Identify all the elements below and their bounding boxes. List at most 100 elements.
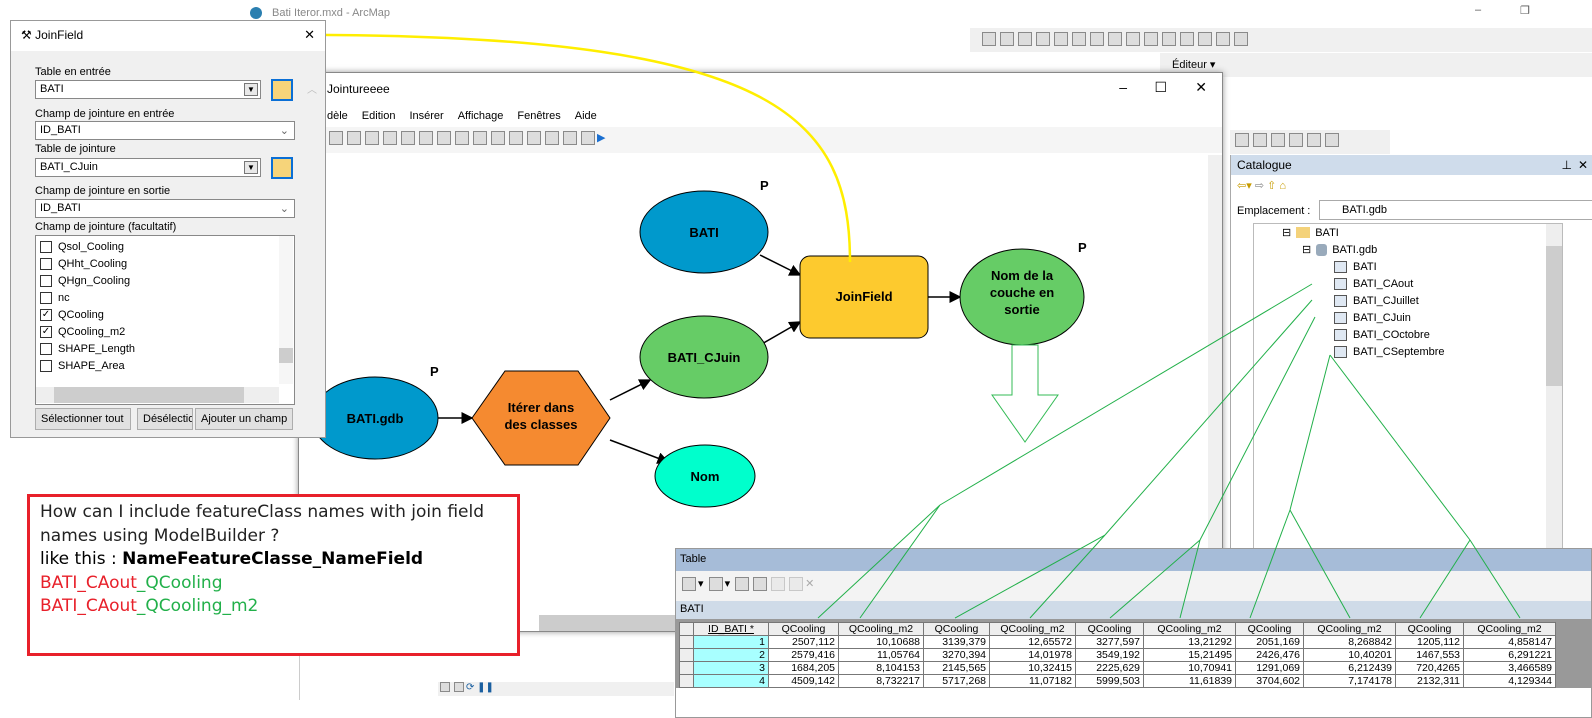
checkbox[interactable]: ✓ (40, 325, 52, 338)
table-cell[interactable]: 10,10688 (838, 635, 924, 649)
select-all-button[interactable]: Sélectionner tout (35, 408, 131, 430)
checkbox[interactable] (40, 291, 52, 304)
table-cell[interactable]: 1291,069 (1235, 661, 1304, 675)
field-checkbox-item[interactable]: ✓ QCooling (36, 306, 294, 323)
related-tables-icon[interactable] (708, 577, 723, 592)
deselect-all-button[interactable]: Désélectionner (137, 408, 193, 430)
column-header[interactable]: QCooling (1075, 622, 1144, 636)
checkbox[interactable] (40, 257, 52, 270)
field-checkbox-item[interactable]: QHgn_Cooling (36, 272, 294, 289)
table-cell[interactable]: 3 (693, 661, 769, 675)
column-header[interactable]: QCooling_m2 (1143, 622, 1236, 636)
table-cell[interactable]: 10,32415 (989, 661, 1076, 675)
select-by-attributes-icon[interactable] (735, 577, 750, 592)
table-cell[interactable]: 2426,476 (1235, 648, 1304, 662)
table-cell[interactable]: 11,05764 (838, 648, 924, 662)
field-checkbox-item[interactable]: SHAPE_Area (36, 357, 294, 374)
table-cell[interactable]: 13,21292 (1143, 635, 1236, 649)
table-cell[interactable]: 15,21495 (1143, 648, 1236, 662)
table-cell[interactable]: 3,466589 (1463, 661, 1556, 675)
input-table-select[interactable]: BATI ▼ (35, 80, 261, 99)
join-table-select[interactable]: BATI_CJuin ▼ (35, 158, 261, 177)
output-field-select[interactable]: ID_BATI ⌄ (35, 199, 295, 218)
table-cell[interactable]: 8,732217 (838, 674, 924, 688)
table-cell[interactable]: 1684,205 (768, 661, 839, 675)
row-selector[interactable] (679, 648, 694, 662)
field-checkbox-item[interactable]: QHht_Cooling (36, 255, 294, 272)
column-header[interactable]: ID_BATI * (693, 622, 769, 636)
field-checkbox-item[interactable]: nc (36, 289, 294, 306)
dropdown-arrow-icon[interactable]: ▼ (244, 83, 258, 96)
add-field-button[interactable]: Ajouter un champ (195, 408, 293, 430)
table-cell[interactable]: 8,104153 (838, 661, 924, 675)
checkbox[interactable] (40, 359, 52, 372)
column-header[interactable]: QCooling (923, 622, 990, 636)
checkbox[interactable] (40, 342, 52, 355)
dialog-scrollbar[interactable]: ︿ (307, 81, 323, 431)
clear-selection-icon[interactable] (771, 577, 786, 592)
column-header[interactable]: QCooling (768, 622, 839, 636)
table-cell[interactable]: 4,129344 (1463, 674, 1556, 688)
row-selector[interactable] (679, 674, 694, 688)
input-field-select[interactable]: ID_BATI ⌄ (35, 121, 295, 140)
field-checkbox-item[interactable]: ✓ QCooling_m2 (36, 323, 294, 340)
table-cell[interactable]: 6,291221 (1463, 648, 1556, 662)
table-cell[interactable]: 2507,112 (768, 635, 839, 649)
checkbox[interactable] (40, 240, 52, 253)
field-checkbox-item[interactable]: SHAPE_Length (36, 340, 294, 357)
table-cell[interactable]: 8,268842 (1303, 635, 1396, 649)
table-layer-tab[interactable]: BATI (676, 601, 1591, 619)
table-cell[interactable]: 11,61839 (1143, 674, 1236, 688)
table-cell[interactable]: 10,40201 (1303, 648, 1396, 662)
table-cell[interactable]: 5999,503 (1075, 674, 1144, 688)
fields-hscrollbar[interactable] (36, 387, 279, 403)
column-header[interactable]: QCooling_m2 (1303, 622, 1396, 636)
column-header[interactable]: QCooling (1395, 622, 1464, 636)
row-selector[interactable] (679, 661, 694, 675)
table-cell[interactable]: 14,01978 (989, 648, 1076, 662)
table-options-icon[interactable] (682, 577, 696, 592)
table-cell[interactable]: 2579,416 (768, 648, 839, 662)
field-checkbox-item[interactable]: Qsol_Cooling (36, 238, 294, 255)
table-cell[interactable]: 2051,169 (1235, 635, 1304, 649)
table-cell[interactable]: 2145,565 (923, 661, 990, 675)
column-header[interactable]: QCooling_m2 (989, 622, 1076, 636)
table-row[interactable]: 3 1684,205 8,104153 2145,565 10,32415 2225,62… (679, 661, 1556, 675)
table-cell[interactable]: 3139,379 (923, 635, 990, 649)
delete-selected-icon[interactable]: ✕ (805, 578, 814, 590)
table-cell[interactable]: 4,858147 (1463, 635, 1556, 649)
column-header[interactable]: QCooling (1235, 622, 1304, 636)
table-cell[interactable]: 3270,394 (923, 648, 990, 662)
table-row[interactable]: 1 2507,112 10,10688 3139,379 12,65572 3277,59… (679, 635, 1556, 649)
close-button[interactable]: ✕ (304, 27, 315, 43)
table-cell[interactable]: 10,70941 (1143, 661, 1236, 675)
checkbox[interactable] (40, 274, 52, 287)
table-cell[interactable]: 720,4265 (1395, 661, 1464, 675)
row-selector[interactable] (679, 635, 694, 649)
table-cell[interactable]: 2225,629 (1075, 661, 1144, 675)
data-view-icon[interactable] (440, 682, 450, 693)
pause-icon[interactable]: ❚❚ (477, 682, 494, 693)
table-cell[interactable]: 5717,268 (923, 674, 990, 688)
table-cell[interactable]: 1467,553 (1395, 648, 1464, 662)
column-header[interactable]: QCooling_m2 (1463, 622, 1556, 636)
table-cell[interactable]: 3704,602 (1235, 674, 1304, 688)
table-row[interactable]: 2 2579,416 11,05764 3270,394 14,01978 3549,19… (679, 648, 1556, 662)
table-cell[interactable]: 11,07182 (989, 674, 1076, 688)
column-header[interactable]: QCooling_m2 (838, 622, 924, 636)
table-cell[interactable]: 12,65572 (989, 635, 1076, 649)
fields-scrollbar[interactable] (279, 236, 293, 384)
switch-selection-icon[interactable] (753, 577, 768, 592)
table-cell[interactable]: 2 (693, 648, 769, 662)
table-cell[interactable]: 1205,112 (1395, 635, 1464, 649)
browse-folder-icon[interactable] (271, 79, 293, 101)
table-cell[interactable]: 4509,142 (768, 674, 839, 688)
zoom-to-selected-icon[interactable] (789, 577, 804, 592)
table-cell[interactable]: 6,212439 (1303, 661, 1396, 675)
table-cell[interactable]: 3549,192 (1075, 648, 1144, 662)
table-cell[interactable]: 4 (693, 674, 769, 688)
checkbox[interactable]: ✓ (40, 308, 52, 321)
table-cell[interactable]: 7,174178 (1303, 674, 1396, 688)
table-cell[interactable]: 3277,597 (1075, 635, 1144, 649)
refresh-icon[interactable]: ⟳ (466, 682, 474, 693)
